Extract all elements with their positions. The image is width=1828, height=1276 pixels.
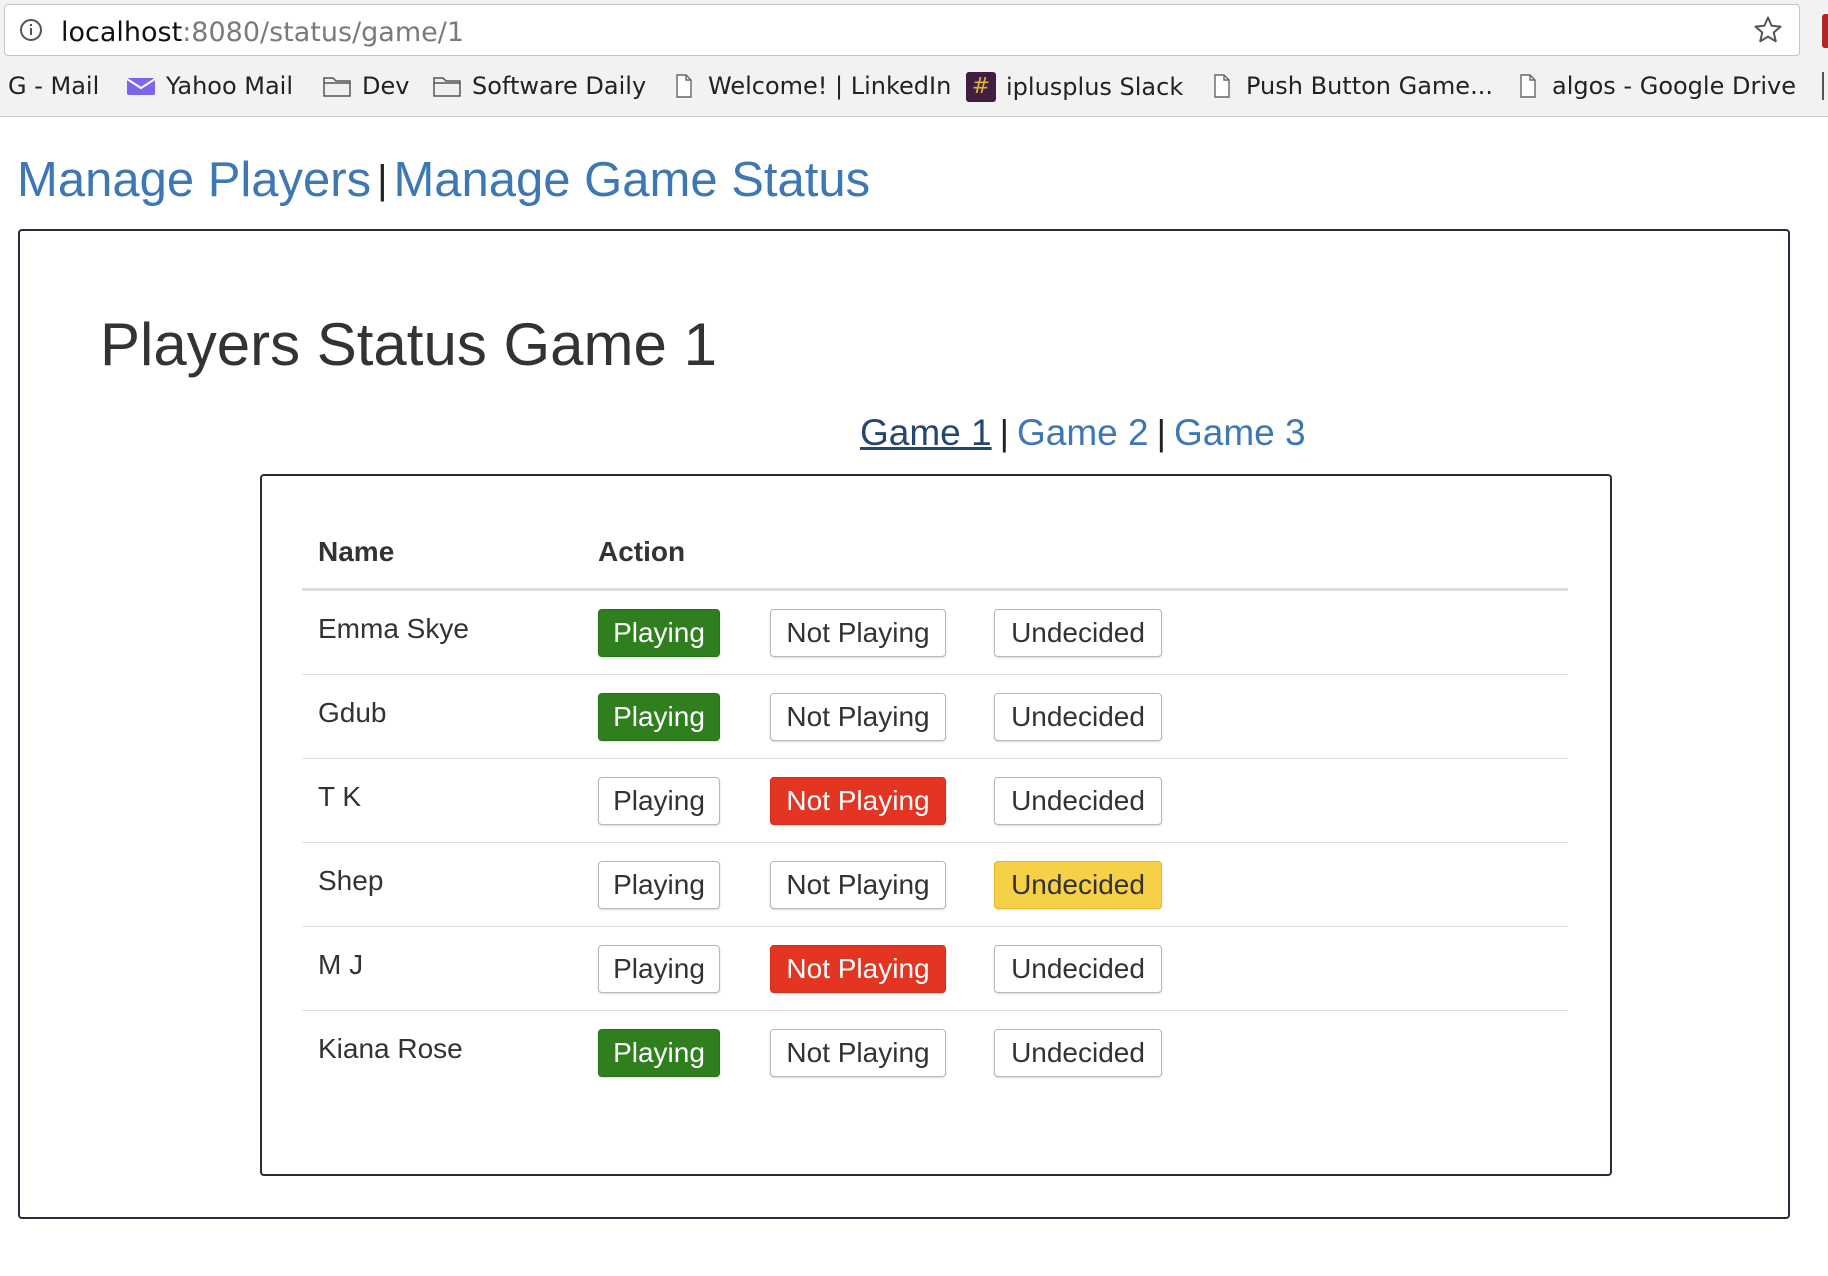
bookmark-yahoo-mail[interactable]: Yahoo Mail [126,72,293,100]
bookmark-label: Software Daily [472,72,647,100]
player-name: M J [318,949,364,980]
bookmark-label: Yahoo Mail [166,72,294,100]
tab-game-3[interactable]: Game 3 [1174,412,1306,454]
not-playing-button[interactable]: Not Playing [770,861,946,909]
page-title: Players Status Game 1 [100,311,717,378]
tab-separator: | [999,412,1009,453]
top-nav: Manage Players | Manage Game Status [17,152,870,208]
bookmark-linkedin[interactable]: Welcome! | LinkedIn [668,72,951,100]
table-row: M J Playing Not Playing Undecided [302,927,1568,1011]
envelope-icon [126,78,156,95]
tab-game-2[interactable]: Game 2 [1017,412,1149,454]
bookmark-label: Push Button Game... [1246,72,1493,100]
bookmark-label: iplusplus Slack [1006,73,1184,101]
bookmark-label: Dev [362,72,410,100]
undecided-button[interactable]: Undecided [994,777,1162,825]
manage-game-status-link[interactable]: Manage Game Status [393,152,870,208]
playing-button[interactable]: Playing [598,693,720,741]
hash-icon: # [966,72,996,102]
page-icon [1520,74,1536,98]
not-playing-button[interactable]: Not Playing [770,1029,946,1077]
bookmarks-bar: G - Mail Yahoo Mail Dev Software Daily W… [0,64,1828,110]
table-header: Name Action [302,524,1568,591]
bookmark-iplusplus-slack[interactable]: # iplusplus Slack [966,72,1183,102]
address-bar[interactable]: localhost:8080/status/game/1 [4,4,1800,56]
playing-button[interactable]: Playing [598,945,720,993]
table-body: Emma Skye Playing Not Playing Undecided Gdub… [302,591,1568,1094]
playing-button[interactable]: Playing [598,609,720,657]
bookmark-dev[interactable]: Dev [322,72,409,100]
tab-game-1[interactable]: Game 1 [860,412,992,454]
info-icon[interactable] [19,18,43,42]
bookmark-label: G - Mail [8,72,100,100]
player-name: Shep [318,865,384,896]
browser-chrome: localhost:8080/status/game/1 G - Mail Ya… [0,0,1828,117]
extension-icon[interactable] [1822,14,1828,48]
bookmark-gmail[interactable]: G - Mail [8,72,99,100]
column-header-action: Action [598,536,686,567]
not-playing-button[interactable]: Not Playing [770,693,946,741]
bookmark-software-daily[interactable]: Software Daily [432,72,646,100]
playing-button[interactable]: Playing [598,777,720,825]
not-playing-button[interactable]: Not Playing [770,777,946,825]
undecided-button[interactable]: Undecided [994,693,1162,741]
playing-button[interactable]: Playing [598,1029,720,1077]
url-text[interactable]: localhost:8080/status/game/1 [61,17,464,48]
url-path: :8080/status/game/1 [182,17,465,48]
nav-separator: | [377,157,388,202]
bookmark-star-icon[interactable] [1753,15,1783,45]
tab-separator: | [1156,412,1166,453]
player-name: Gdub [318,697,387,728]
url-host: localhost [61,17,183,48]
player-name: Emma Skye [318,613,469,644]
folder-icon [433,77,461,97]
undecided-button[interactable]: Undecided [994,1029,1162,1077]
folder-icon [323,77,351,97]
player-name: T K [318,781,362,812]
playing-button[interactable]: Playing [598,861,720,909]
bookmarks-overflow-separator [1822,72,1824,100]
page-icon [676,74,692,98]
players-status-table: Name Action Emma Skye Playing Not Playing U… [302,524,1568,1094]
column-header-name: Name [318,536,395,567]
page-icon [1214,74,1230,98]
table-row: T K Playing Not Playing Undecided [302,759,1568,843]
table-row: Gdub Playing Not Playing Undecided [302,675,1568,759]
bookmark-label: Welcome! | LinkedIn [708,72,952,100]
table-row: Kiana Rose Playing Not Playing Undecided [302,1011,1568,1094]
bookmark-algos-google-drive[interactable]: algos - Google Drive [1512,72,1796,100]
bookmark-push-button-game[interactable]: Push Button Game... [1206,72,1493,100]
table-row: Shep Playing Not Playing Undecided [302,843,1568,927]
undecided-button[interactable]: Undecided [994,861,1162,909]
undecided-button[interactable]: Undecided [994,945,1162,993]
table-row: Emma Skye Playing Not Playing Undecided [302,591,1568,675]
not-playing-button[interactable]: Not Playing [770,945,946,993]
player-name: Kiana Rose [318,1033,463,1064]
bookmark-label: algos - Google Drive [1552,72,1796,100]
not-playing-button[interactable]: Not Playing [770,609,946,657]
manage-players-link[interactable]: Manage Players [17,152,371,208]
undecided-button[interactable]: Undecided [994,609,1162,657]
game-tabs: Game 1 | Game 2 | Game 3 [860,412,1306,454]
